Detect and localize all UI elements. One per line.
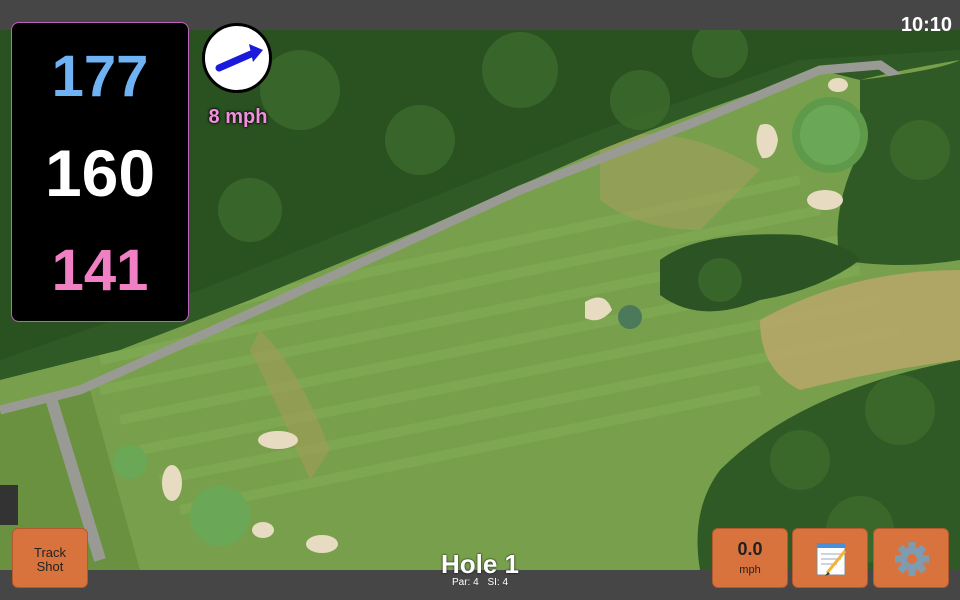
speed-value: 0.0 <box>737 539 763 559</box>
track-shot-label: Track Shot <box>33 545 67 574</box>
gear-icon <box>895 542 929 576</box>
back-distance: 177 <box>51 44 149 109</box>
hole-par: Par: 4 <box>451 577 479 588</box>
arrow-icon <box>215 44 263 72</box>
settings-button[interactable] <box>873 528 949 588</box>
hole-title: Hole 1 <box>440 549 520 579</box>
clock: 10:10 <box>900 14 952 36</box>
track-shot-button[interactable]: Track Shot <box>12 528 88 588</box>
wind-speed: 8 mph <box>208 106 268 128</box>
notepad-icon <box>816 543 847 576</box>
speed-button[interactable]: 0.0 mph <box>712 528 788 588</box>
distance-panel: 177 160 141 <box>11 22 189 322</box>
wind-direction-indicator <box>202 23 272 93</box>
notes-button[interactable] <box>792 528 868 588</box>
hole-stroke-index: SI: 4 <box>487 577 509 588</box>
front-distance: 141 <box>51 238 149 303</box>
speed-unit: mph <box>739 564 761 576</box>
hole-info: Par: 4 SI: 4 <box>380 577 580 588</box>
middle-distance: 160 <box>44 136 156 210</box>
